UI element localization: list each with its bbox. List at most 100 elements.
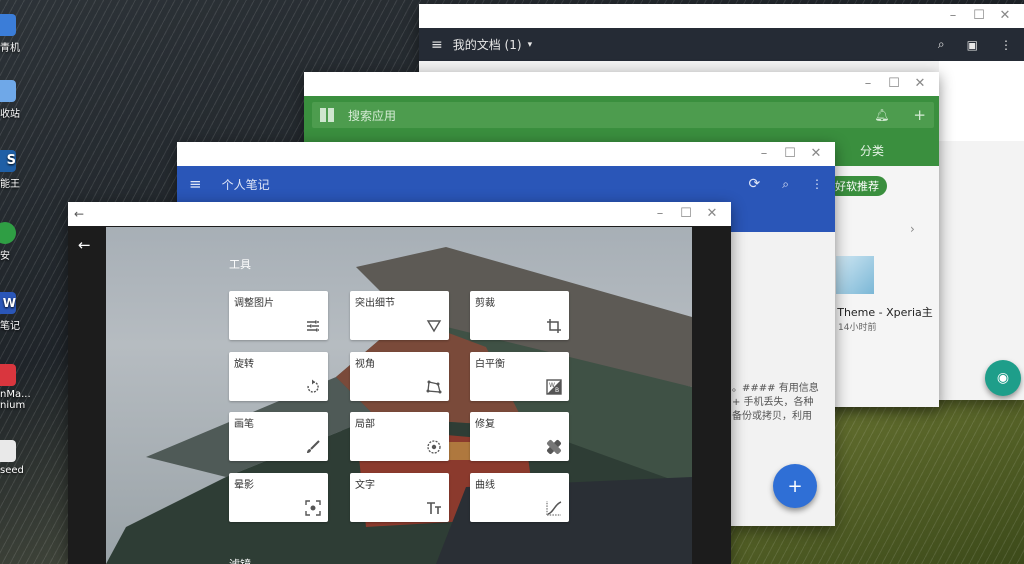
- add-icon: +: [787, 475, 803, 497]
- notes-title: 个人笔记: [221, 177, 270, 192]
- notes-titlebar: – ☐ ✕: [177, 142, 835, 166]
- desktop-icon-label: 安: [0, 251, 10, 262]
- tool-label: 文字: [355, 480, 375, 491]
- desktop-icon-notes[interactable]: W 笔记: [0, 292, 34, 332]
- maximize-icon[interactable]: ☐: [777, 142, 803, 166]
- section-tools-heading: 工具: [229, 258, 251, 271]
- crop-icon: [547, 319, 561, 333]
- tool-label: 白平衡: [475, 359, 505, 370]
- docs-appbar: ≡ 我的文档 (1) ▾ ⌕ ▣ ⋮: [419, 28, 1024, 61]
- maximize-icon[interactable]: ☐: [673, 202, 699, 226]
- minimize-icon[interactable]: –: [647, 202, 673, 226]
- app-item-time: 14小时前: [838, 323, 877, 333]
- tool-label: 剪裁: [475, 298, 495, 309]
- minimize-icon[interactable]: –: [855, 72, 881, 96]
- docs-title[interactable]: 我的文档 (1): [453, 36, 522, 53]
- curves-icon: [546, 501, 562, 516]
- maximize-icon[interactable]: ☐: [966, 4, 992, 28]
- note-line: 。#### 有用信息: [732, 383, 819, 394]
- tool-label: 局部: [355, 419, 375, 430]
- camera-fab[interactable]: ◉: [985, 360, 1021, 396]
- desktop-icon-seed[interactable]: seed: [0, 440, 34, 476]
- add-icon[interactable]: +: [913, 106, 926, 124]
- tool-perspective[interactable]: 视角: [350, 352, 449, 401]
- desktop-icon-label: 收站: [0, 109, 20, 120]
- close-icon[interactable]: ✕: [803, 142, 829, 166]
- tool-adjust[interactable]: 调整图片: [229, 291, 328, 340]
- maximize-icon[interactable]: ☐: [881, 72, 907, 96]
- bell-icon[interactable]: 🔔︎: [874, 108, 889, 122]
- right-rail: [692, 227, 731, 564]
- store-titlebar: – ☐ ✕: [304, 72, 939, 96]
- close-icon[interactable]: ✕: [992, 4, 1018, 28]
- back-arrow-icon[interactable]: ←: [78, 236, 91, 254]
- vignette-icon: [305, 500, 321, 516]
- tool-label: 曲线: [475, 480, 495, 491]
- tool-text[interactable]: 文字: [350, 473, 449, 522]
- app-thumbnail[interactable]: [836, 256, 874, 294]
- more-vert-icon[interactable]: ⋮: [1000, 38, 1012, 52]
- chip-recommend[interactable]: 好软推荐: [827, 176, 887, 196]
- search-icon[interactable]: ⌕: [938, 37, 945, 52]
- tool-label: 修复: [475, 419, 495, 430]
- desktop-icon-recycle[interactable]: 收站: [0, 80, 34, 120]
- add-note-fab[interactable]: +: [773, 464, 817, 508]
- tool-label: 突出细节: [355, 298, 395, 309]
- white-balance-icon: WB: [546, 379, 562, 395]
- wps-icon: S: [0, 150, 16, 172]
- close-icon[interactable]: ✕: [699, 202, 725, 226]
- desktop-icon-computer[interactable]: 青机: [0, 14, 34, 54]
- tool-brush[interactable]: 画笔: [229, 412, 328, 461]
- security-icon: [0, 222, 16, 244]
- app-item-title[interactable]: s Theme - Xperia主: [828, 304, 933, 320]
- seed-icon: [0, 440, 16, 462]
- tool-label: 晕影: [234, 480, 254, 491]
- perspective-icon: [426, 380, 442, 394]
- search-input[interactable]: 搜索应用: [348, 107, 396, 124]
- desktop-icon-label: 笔记: [0, 321, 20, 332]
- details-icon: [426, 320, 442, 333]
- tool-details[interactable]: 突出细节: [350, 291, 449, 340]
- chevron-down-icon[interactable]: ▾: [528, 40, 533, 50]
- tool-white-balance[interactable]: 白平衡 WB: [470, 352, 569, 401]
- sync-icon[interactable]: ⟳: [749, 176, 761, 192]
- camera-icon: ◉: [996, 370, 1010, 386]
- desktop-icon-label: 青机: [0, 43, 20, 54]
- text-icon: [427, 502, 441, 514]
- tool-vignette[interactable]: 晕影: [229, 473, 328, 522]
- tool-rotate[interactable]: 旋转: [229, 352, 328, 401]
- back-arrow-icon[interactable]: ←: [74, 207, 84, 221]
- desktop-icon-security[interactable]: 安: [0, 222, 34, 262]
- notes-appbar: ≡ 个人笔记 ⟳ ⌕ ⋮: [177, 166, 835, 202]
- tool-label: 调整图片: [234, 298, 274, 309]
- tool-healing[interactable]: 修复: [470, 412, 569, 461]
- apps-grid-icon[interactable]: [320, 108, 334, 122]
- menu-icon[interactable]: ≡: [189, 175, 202, 193]
- brush-icon: [307, 440, 320, 453]
- desktop-icon-label: nMa... nium: [0, 389, 31, 411]
- chevron-right-icon[interactable]: ›: [910, 222, 915, 236]
- svg-text:B: B: [555, 387, 559, 394]
- desktop-icon-tool[interactable]: nMa... nium: [0, 364, 34, 411]
- notes-header-strip: [730, 202, 835, 232]
- tool-curves[interactable]: 曲线: [470, 473, 569, 522]
- tool-label: 视角: [355, 359, 375, 370]
- tool-selective[interactable]: 局部: [350, 412, 449, 461]
- tab-category[interactable]: 分类: [860, 142, 890, 159]
- more-vert-icon[interactable]: ⋮: [811, 177, 823, 191]
- desktop-icon-wps[interactable]: S 能王: [0, 150, 34, 190]
- tool-crop[interactable]: 剪裁: [470, 291, 569, 340]
- editor-window: ← – ☐ ✕ ← 工具 调整图片 突出细节 剪裁 旋转 视角 白平衡 W B …: [68, 202, 731, 564]
- menu-icon[interactable]: ≡: [431, 37, 443, 53]
- search-icon[interactable]: ⌕: [782, 177, 789, 192]
- docs-titlebar: – ☐ ✕: [419, 4, 1024, 28]
- note-snippet[interactable]: 。#### 有用信息 + 手机丢失，各种 备份或拷贝，利用: [732, 382, 819, 424]
- close-icon[interactable]: ✕: [907, 72, 933, 96]
- healing-icon: [547, 440, 561, 454]
- app-icon: [0, 364, 16, 386]
- minimize-icon[interactable]: –: [940, 4, 966, 28]
- docs-panel: [939, 61, 1024, 141]
- store-search-bar[interactable]: 搜索应用 🔔︎ +: [312, 102, 934, 128]
- bag-icon[interactable]: ▣: [967, 38, 978, 52]
- minimize-icon[interactable]: –: [751, 142, 777, 166]
